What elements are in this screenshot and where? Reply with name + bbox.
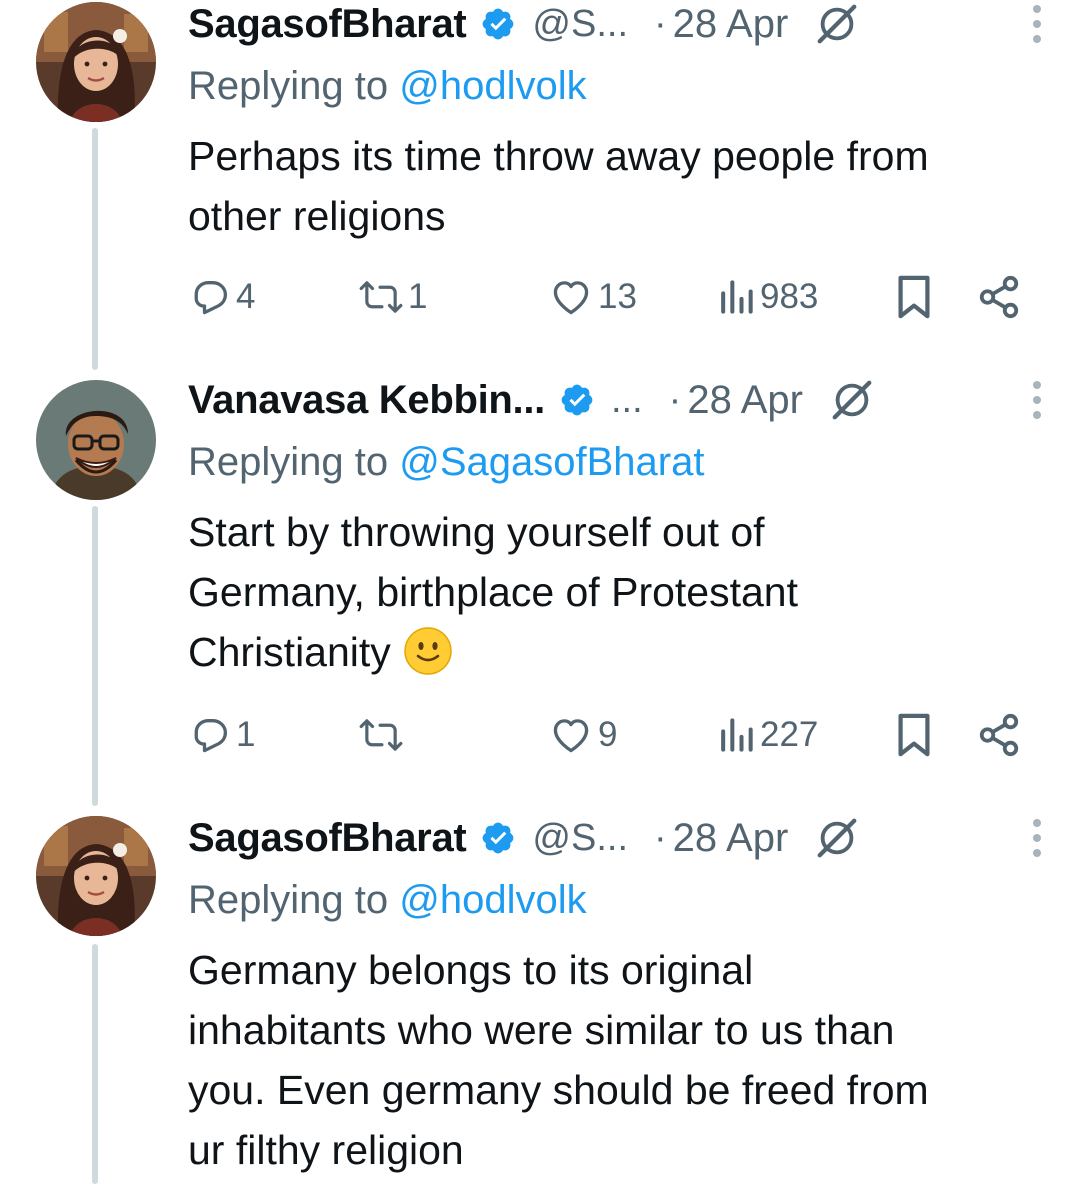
verified-badge-icon: [483, 822, 514, 854]
handle[interactable]: ...: [611, 379, 643, 422]
tweet-text-line: Germany belongs to its original: [188, 947, 754, 993]
avatar[interactable]: [36, 816, 156, 936]
separator-dot: ·: [654, 2, 667, 45]
tweet-text-line: ur filthy religion: [188, 1127, 464, 1173]
separator-dot: ·: [668, 378, 682, 421]
tweet-text: Germany belongs to its original inhabita…: [188, 940, 1048, 1180]
verified-badge-icon: [483, 8, 514, 40]
like-button[interactable]: 9: [548, 710, 617, 760]
replying-to-prefix: Replying to: [188, 64, 400, 108]
like-button[interactable]: 13: [548, 272, 637, 322]
grok-icon[interactable]: [829, 377, 875, 423]
views-icon: [721, 718, 753, 752]
tweet-text: Perhaps its time throw away people from …: [188, 126, 1048, 246]
bookmark-icon: [898, 275, 930, 319]
slightly-smiling-face-icon: [404, 627, 452, 675]
tweet-text-line: inhabitants who were similar to us than: [188, 1007, 895, 1053]
like-count: 13: [598, 277, 637, 316]
more-vertical-icon[interactable]: [1032, 380, 1042, 420]
display-name[interactable]: Vanavasa Kebbin...: [188, 378, 545, 423]
tweet-text-line: Perhaps its time throw away people from: [188, 133, 929, 179]
share-icon: [979, 275, 1019, 319]
verified-badge-icon: [561, 384, 593, 416]
replying-to-link[interactable]: @hodlvolk: [399, 878, 586, 922]
grok-icon[interactable]: [814, 1, 860, 47]
tweet-text-line: other religions: [188, 193, 446, 239]
replying-to-prefix: Replying to: [188, 878, 400, 922]
timestamp[interactable]: 28 Apr: [673, 2, 789, 47]
tweet-header: SagasofBharat @S... · 28 Apr: [188, 0, 1058, 48]
repost-button[interactable]: 1: [358, 272, 427, 322]
tweet-text-line: Start by throwing yourself out of: [188, 509, 765, 555]
views-count: 227: [760, 715, 819, 754]
reply-button[interactable]: 1: [188, 710, 255, 760]
display-name[interactable]: SagasofBharat: [188, 2, 467, 47]
tweet-text: Start by throwing yourself out of German…: [188, 502, 1048, 682]
repost-icon: [359, 719, 403, 751]
timestamp[interactable]: 28 Apr: [687, 378, 803, 423]
more-vertical-icon[interactable]: [1032, 4, 1042, 44]
action-bar: 4 1 13 983: [188, 272, 1038, 322]
tweet-header: SagasofBharat @S... · 28 Apr: [188, 814, 1058, 862]
replying-to: Replying to @SagasofBharat: [188, 440, 704, 485]
reply-icon: [194, 719, 228, 753]
replying-to-link[interactable]: @hodlvolk: [399, 64, 586, 108]
replying-to: Replying to @hodlvolk: [188, 64, 587, 109]
views-button[interactable]: 227: [716, 710, 818, 760]
tweet-text-line: Germany, birthplace of Protestant: [188, 569, 798, 615]
repost-button[interactable]: [358, 710, 408, 760]
reply-button[interactable]: 4: [188, 272, 255, 322]
action-bar: 1 9 227: [188, 710, 1038, 760]
tweet-text-fragment: Christianity: [188, 629, 391, 675]
more-vertical-icon[interactable]: [1032, 818, 1042, 858]
thread-line: [92, 128, 98, 370]
timestamp[interactable]: 28 Apr: [673, 816, 789, 861]
grok-icon[interactable]: [814, 815, 860, 861]
display-name[interactable]: SagasofBharat: [188, 816, 467, 861]
tweet-text-line: Christianity: [188, 622, 1048, 682]
replying-to: Replying to @hodlvolk: [188, 878, 587, 923]
bookmark-icon: [898, 713, 930, 757]
thread-line: [92, 944, 98, 1184]
bookmark-button[interactable]: [894, 710, 934, 760]
views-count: 983: [760, 277, 819, 316]
reply-count: 4: [236, 277, 256, 316]
tweet-text-line: you. Even germany should be freed from: [188, 1067, 929, 1113]
reply-count: 1: [236, 715, 256, 754]
separator-dot: ·: [654, 816, 667, 859]
heart-icon: [553, 719, 589, 753]
repost-icon: [359, 281, 403, 313]
avatar[interactable]: [36, 380, 156, 500]
heart-icon: [553, 281, 589, 315]
share-icon: [979, 713, 1019, 757]
tweet-header: Vanavasa Kebbin... ... · 28 Apr: [188, 376, 1058, 424]
share-button[interactable]: [976, 272, 1022, 322]
avatar[interactable]: [36, 2, 156, 122]
reply-icon: [194, 281, 228, 315]
handle[interactable]: @S...: [532, 817, 628, 860]
replying-to-prefix: Replying to: [188, 440, 400, 484]
views-icon: [721, 280, 753, 314]
handle[interactable]: @S...: [532, 3, 628, 46]
views-button[interactable]: 983: [716, 272, 818, 322]
replying-to-link[interactable]: @SagasofBharat: [399, 440, 704, 484]
repost-count: 1: [408, 277, 428, 316]
bookmark-button[interactable]: [894, 272, 934, 322]
thread-line: [92, 506, 98, 806]
share-button[interactable]: [976, 710, 1022, 760]
like-count: 9: [598, 715, 618, 754]
